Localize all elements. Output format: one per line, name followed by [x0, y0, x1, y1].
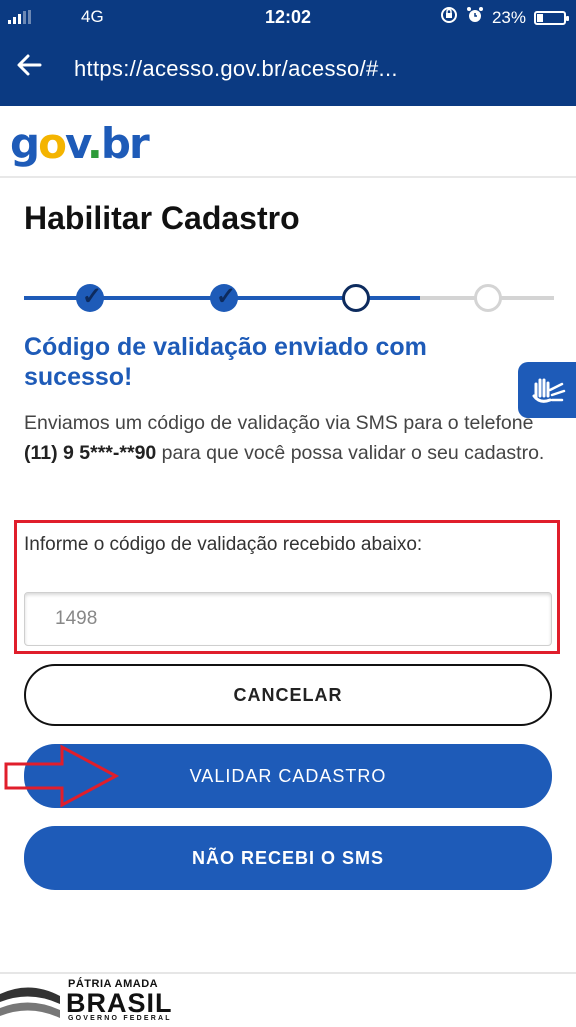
browser-url-bar: https://acesso.gov.br/acesso/#...: [0, 34, 576, 106]
sms-description: Enviamos um código de validação via SMS …: [24, 408, 560, 468]
progress-stepper: [24, 280, 554, 316]
header-divider: [0, 176, 576, 178]
description-text-start: Enviamos um código de validação via SMS …: [24, 412, 534, 434]
code-field-label: Informe o código de validação recebido a…: [24, 534, 423, 555]
status-bar: 4G 12:02 23%: [0, 0, 576, 34]
government-mark-icon: [0, 982, 62, 1027]
url-text[interactable]: https://acesso.gov.br/acesso/#...: [74, 56, 398, 82]
validation-code-input[interactable]: [24, 592, 552, 646]
alarm-icon: [466, 6, 484, 29]
footer-divider: [0, 972, 576, 974]
arrow-left-icon[interactable]: [16, 52, 42, 86]
step-3-current: [342, 284, 370, 312]
footer-line-3: GOVERNO FEDERAL: [68, 1015, 172, 1022]
battery-percent: 23%: [491, 7, 526, 27]
battery-icon: [534, 10, 569, 25]
annotation-arrow-icon: [4, 744, 120, 813]
page-title: Habilitar Cadastro: [24, 200, 300, 236]
step-1-completed: [76, 282, 104, 312]
status-right: 23%: [440, 6, 569, 29]
footer-brasil-logo: PÁTRIA AMADA BRASIL GOVERNO FEDERAL: [0, 976, 576, 1024]
cancel-button[interactable]: CANCELAR: [24, 664, 552, 726]
step-4-pending: [474, 284, 502, 312]
description-text-end: para que você possa validar o seu cadast…: [156, 442, 545, 464]
success-message: Código de validação enviado com sucesso!: [24, 333, 427, 391]
step-2-completed: [210, 282, 238, 312]
govbr-logo[interactable]: gov.br: [10, 118, 150, 170]
rotation-lock-icon: [440, 6, 458, 29]
masked-phone-number: (11) 9 5***-**90: [24, 442, 157, 464]
no-sms-received-button[interactable]: NÃO RECEBI O SMS: [24, 826, 552, 890]
